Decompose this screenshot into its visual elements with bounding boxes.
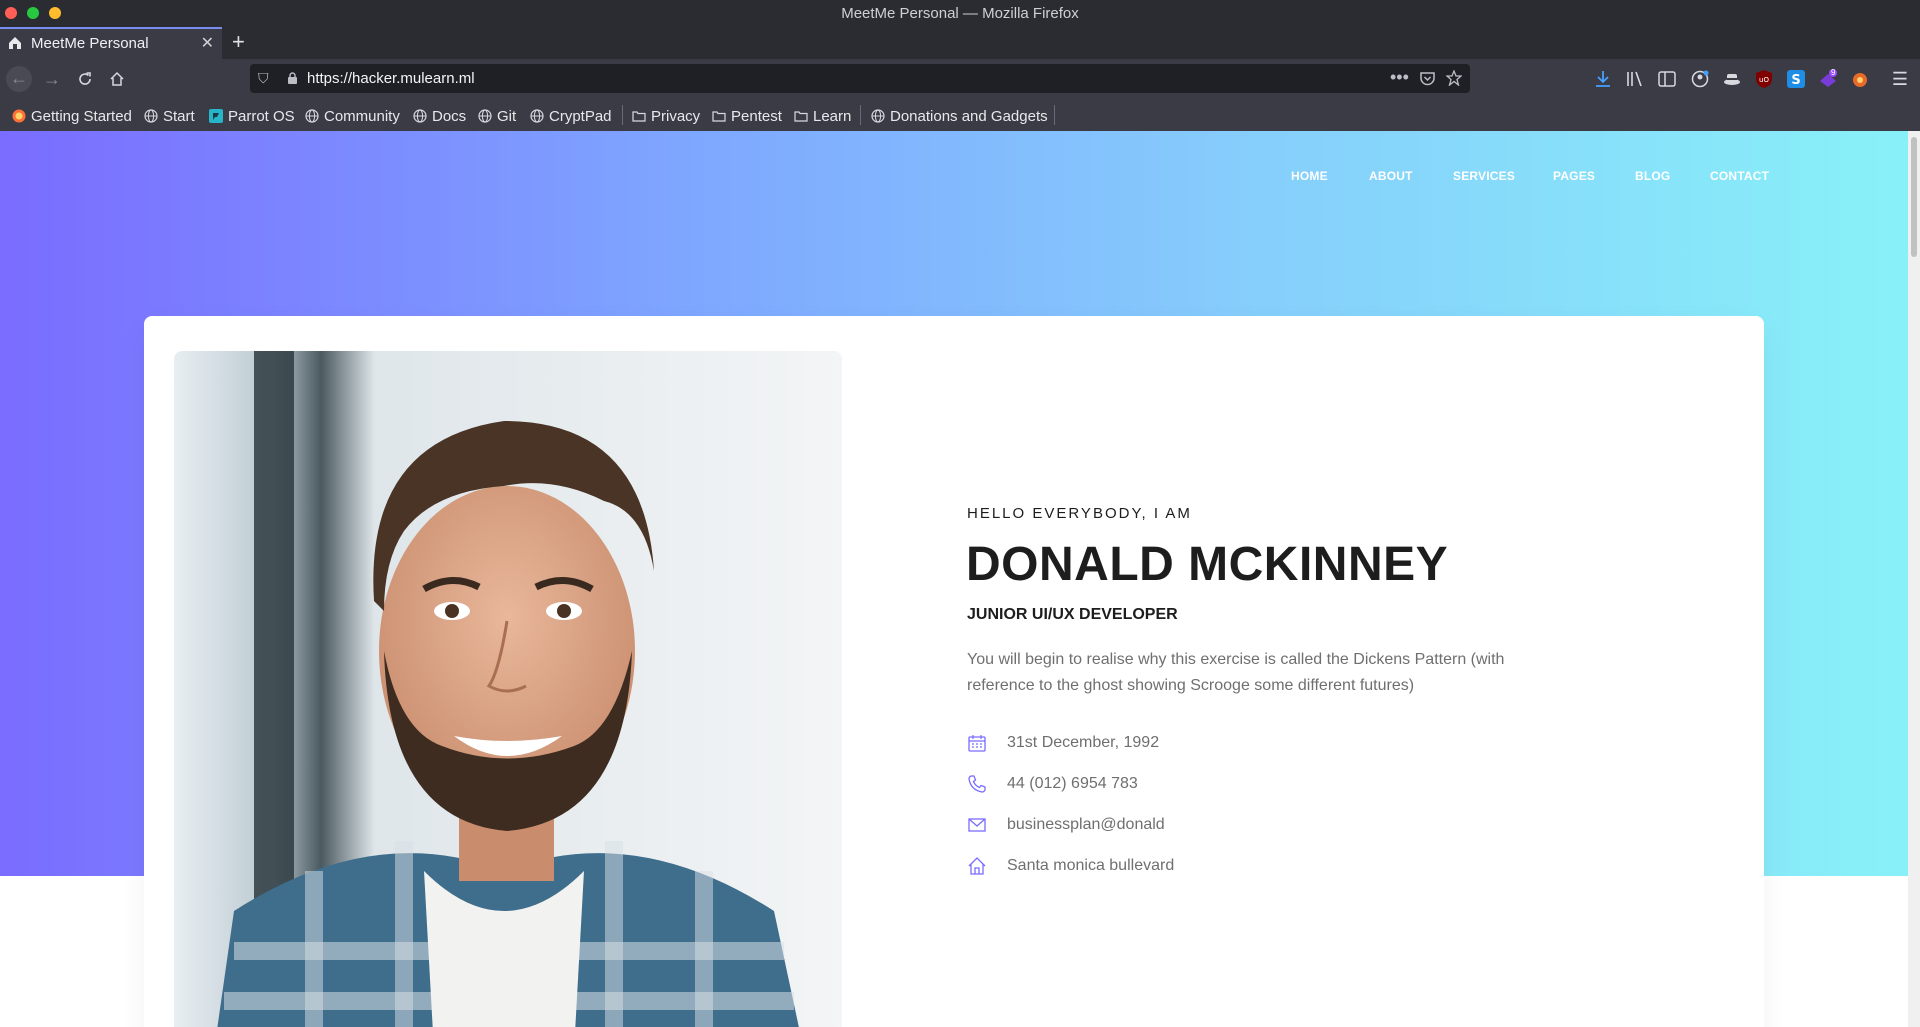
page-scrollbar-thumb[interactable] [1911,137,1917,257]
hero-name-heading: DONALD MCKINNEY [966,538,1449,591]
bookmark-label: Git [497,107,517,125]
nav-contact-link[interactable]: CONTACT [1710,169,1769,183]
new-tab-button[interactable]: + [232,29,245,55]
page-actions-icon[interactable]: ••• [1390,67,1409,88]
page-scrollbar[interactable] [1908,131,1920,1027]
firefox-icon [12,109,26,123]
pocket-icon[interactable] [1420,71,1435,86]
window-title: MeetMe Personal — Mozilla Firefox [841,5,1079,22]
nav-about-link[interactable]: ABOUT [1369,169,1413,183]
info-phone: 44 (012) 6954 783 [967,772,1138,796]
reload-icon [79,72,91,85]
nav-home-link[interactable]: HOME [1291,169,1328,183]
extension-hat-icon[interactable] [1722,69,1742,89]
info-text: 44 (012) 6954 783 [1007,775,1138,792]
globe-icon [305,109,319,123]
profile-photo [174,351,842,1027]
info-email: businessplan@donald [967,813,1165,837]
svg-text:uO: uO [1759,76,1769,84]
info-text: 31st December, 1992 [1007,734,1160,751]
extension-fox-icon[interactable] [1850,69,1870,89]
home-button[interactable] [105,67,129,91]
bookmark-git[interactable]: Git [478,106,516,126]
info-birthday: 31st December, 1992 [967,731,1159,755]
bookmark-label: Learn [813,107,852,125]
library-icon[interactable] [1625,69,1645,89]
profile-card: HELLO EVERYBODY, I AM DONALD MCKINNEY JU… [144,316,1764,1027]
bookmark-folder-learn[interactable]: Learn [794,106,851,126]
hero-description: You will begin to realise why this exerc… [967,651,1505,694]
bookmark-docs[interactable]: Docs [413,106,466,126]
extension-count-badge: 9 [1831,68,1836,77]
bookmark-folder-privacy[interactable]: Privacy [632,106,700,126]
bookmark-separator [622,105,623,125]
folder-icon [794,111,808,122]
info-text: businessplan@donald [1007,816,1165,833]
bookmark-donations-and-gadgets[interactable]: Donations and Gadgets [871,106,1048,126]
shield-icon[interactable]: ⛉ [258,70,269,87]
phone-icon [968,775,986,793]
svg-text:S: S [1791,73,1800,88]
bookmark-parrot-os[interactable]: Parrot OS [209,106,295,126]
tab-meetme-personal[interactable]: MeetMe Personal ✕ [0,27,222,59]
bookmark-label: Start [163,107,195,125]
bookmark-label: Pentest [731,107,782,125]
bookmark-label: CryptPad [549,107,612,125]
ublock-origin-icon[interactable]: uO [1754,69,1774,89]
bookmark-label: Getting Started [31,107,132,125]
info-address: Santa monica bullevard [967,854,1174,878]
home-favicon-icon [9,37,21,49]
bookmark-getting-started[interactable]: Getting Started [12,106,132,126]
url-text[interactable]: https://hacker.mulearn.ml [307,70,475,87]
web-page: HOME ABOUT SERVICES PAGES BLOG CONTACT H… [0,131,1908,1027]
tab-strip: MeetMe Personal ✕ + [0,27,1920,59]
bookmark-label: Docs [432,107,467,125]
globe-icon [144,109,158,123]
folder-icon [712,111,726,122]
bookmark-start[interactable]: Start [144,106,195,126]
globe-icon [413,109,427,123]
downloads-icon[interactable] [1593,69,1613,89]
mail-icon [968,818,986,832]
bookmark-label: Privacy [651,107,701,125]
hero-role: JUNIOR UI/UX DEVELOPER [967,606,1178,623]
home-icon [110,71,124,86]
calendar-icon [968,735,986,752]
globe-icon [530,109,544,123]
nav-pages-link[interactable]: PAGES [1553,169,1595,183]
menu-icon[interactable]: ☰ [1888,67,1912,91]
bookmark-label: Community [324,107,400,125]
home-icon [968,857,986,875]
bookmark-cryptpad[interactable]: CryptPad [530,106,612,126]
reload-button[interactable] [73,67,97,91]
bookmark-separator [860,105,861,125]
close-tab-icon[interactable]: ✕ [201,33,214,53]
tab-label: MeetMe Personal [31,35,149,52]
bookmark-label: Parrot OS [228,107,295,125]
extension-s-icon[interactable]: S [1786,69,1806,89]
sidebar-icon[interactable] [1657,69,1677,89]
bookmarks-toolbar: Getting Started Start Parrot OS Communit… [0,99,1920,132]
url-bar[interactable]: ⛉ https://hacker.mulearn.ml ••• [250,64,1470,93]
globe-icon [478,109,492,123]
parrot-icon [209,109,223,123]
lock-icon[interactable] [287,72,298,85]
folder-icon [632,111,646,122]
bookmark-label: Donations and Gadgets [890,107,1048,125]
forward-button[interactable]: → [40,67,64,91]
nav-services-link[interactable]: SERVICES [1453,169,1515,183]
info-text: Santa monica bullevard [1007,857,1175,874]
back-button[interactable]: ← [6,66,32,92]
globe-icon [871,109,885,123]
bookmark-separator [1054,105,1055,125]
nav-blog-link[interactable]: BLOG [1635,169,1670,183]
window-titlebar: MeetMe Personal — Mozilla Firefox [0,0,1920,27]
bookmark-folder-pentest[interactable]: Pentest [712,106,782,126]
navigation-toolbar: ← → ⛉ https://hacker.mulearn.ml ••• uO S… [0,59,1920,99]
bookmark-star-icon[interactable] [1446,70,1462,86]
hero-greeting: HELLO EVERYBODY, I AM [967,505,1192,522]
bookmark-community[interactable]: Community [305,106,400,126]
account-icon[interactable] [1690,69,1710,89]
